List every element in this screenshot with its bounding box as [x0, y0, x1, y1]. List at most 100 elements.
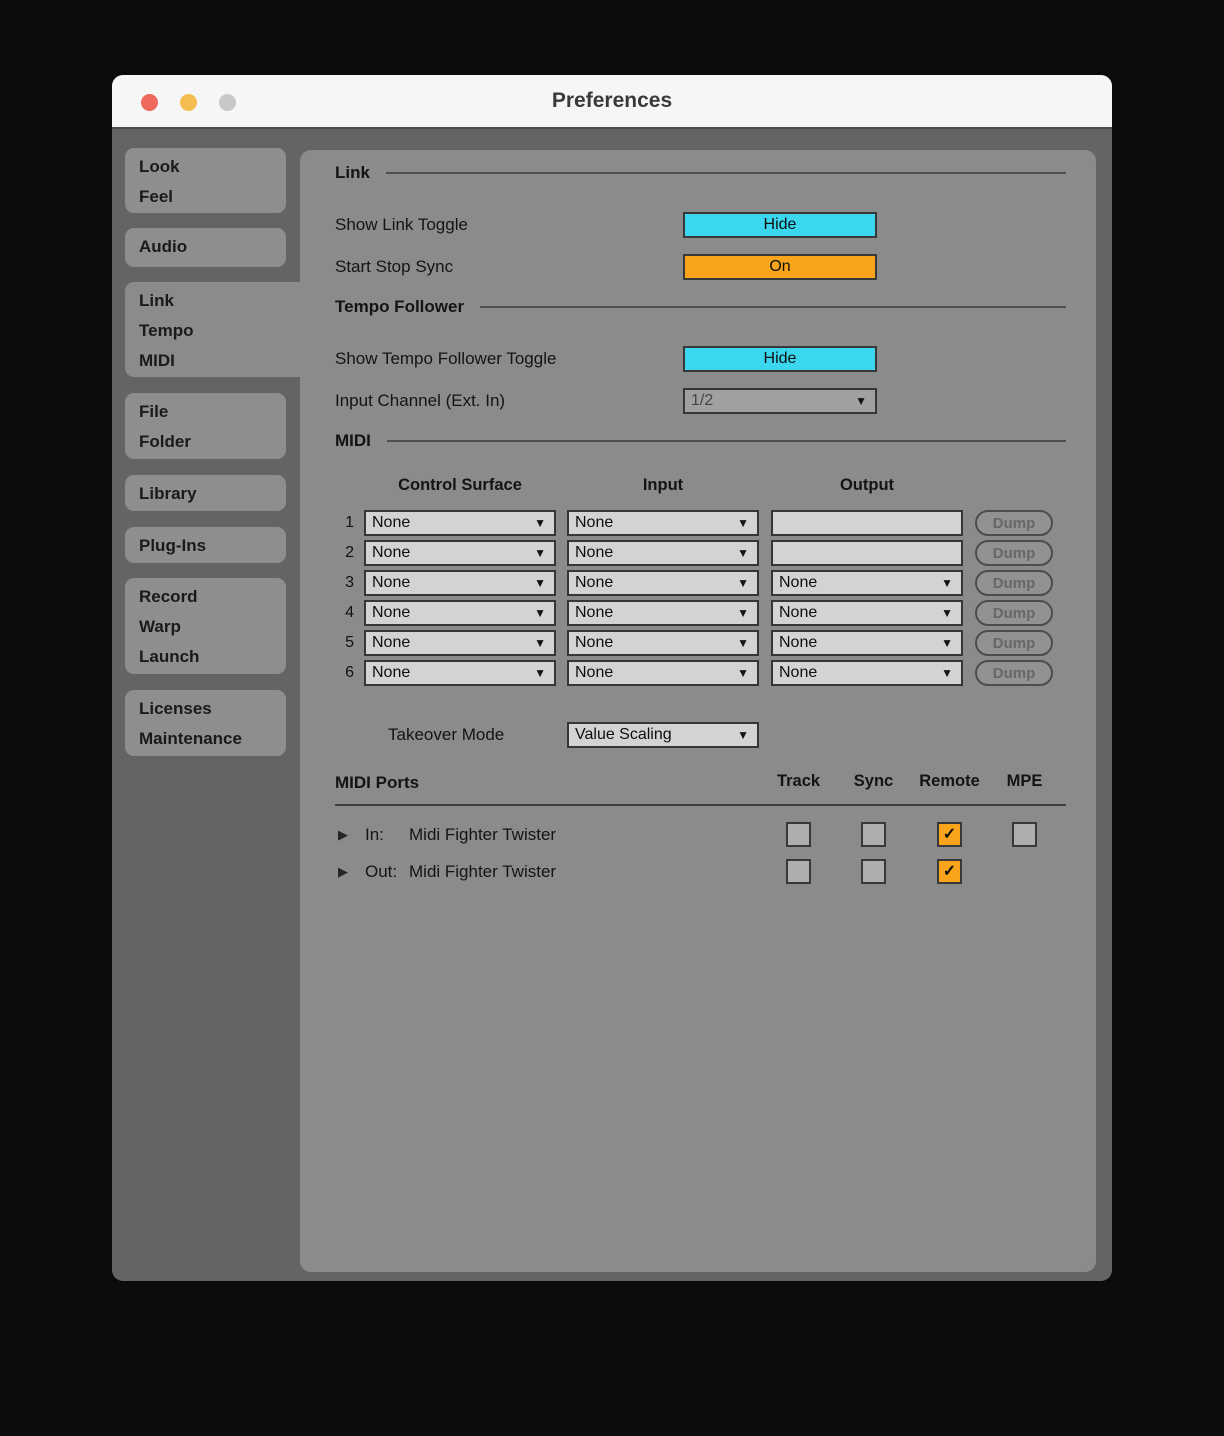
row-index: 6	[345, 664, 354, 681]
port-direction: In:	[365, 824, 384, 844]
sidebar-tab-link-tempo-midi[interactable]: Link Tempo MIDI	[125, 282, 307, 377]
sidebar-tab-licenses-maintenance[interactable]: Licenses Maintenance	[125, 690, 286, 756]
checkbox-remote[interactable]: ✓	[937, 859, 962, 884]
input-select[interactable]: None ▼	[567, 510, 759, 536]
select-value: None	[372, 574, 411, 591]
section-title: MIDI	[335, 431, 371, 450]
midi-section-header: MIDI	[335, 430, 1066, 452]
chevron-down-icon: ▼	[534, 576, 546, 590]
midi-port-row-in: ▶ In: Midi Fighter Twister ✓	[300, 822, 1096, 847]
select-value: None	[779, 664, 818, 681]
midi-table-row: 6 None ▼ None ▼ None ▼ Dump	[300, 660, 1096, 686]
output-select[interactable]: None ▼	[771, 660, 963, 686]
output-select[interactable]: None ▼	[771, 600, 963, 626]
input-channel-label: Input Channel (Ext. In)	[335, 391, 506, 410]
tempo-follower-section-header: Tempo Follower	[335, 296, 1066, 318]
sidebar-tab-record-warp-launch[interactable]: Record Warp Launch	[125, 578, 286, 674]
input-select[interactable]: None ▼	[567, 540, 759, 566]
control-surface-select[interactable]: None ▼	[364, 660, 556, 686]
checkbox-remote[interactable]: ✓	[937, 822, 962, 847]
select-value: None	[779, 634, 818, 651]
show-link-toggle-button[interactable]: Hide	[683, 212, 877, 238]
sidebar-tab-file-folder[interactable]: File Folder	[125, 393, 286, 459]
chevron-down-icon: ▼	[855, 394, 867, 408]
select-value: None	[575, 514, 614, 531]
control-surface-select[interactable]: None ▼	[364, 600, 556, 626]
link-section-header: Link	[335, 162, 1066, 184]
midi-table-row: 1 None ▼ None ▼ Dump	[300, 510, 1096, 536]
select-value: None	[575, 664, 614, 681]
output-select[interactable]: None ▼	[771, 570, 963, 596]
show-link-toggle-label: Show Link Toggle	[335, 215, 468, 234]
ports-rule	[335, 804, 1066, 806]
preferences-window: Preferences Look Feel Audio Link Tempo M…	[112, 75, 1112, 1281]
select-value: None	[372, 544, 411, 561]
output-select[interactable]: None ▼	[771, 630, 963, 656]
expand-triangle-icon[interactable]: ▶	[338, 864, 348, 880]
column-header-remote: Remote	[919, 772, 980, 790]
window-title: Preferences	[551, 89, 673, 112]
input-select[interactable]: None ▼	[567, 660, 759, 686]
port-label: ▶ In: Midi Fighter Twister	[338, 822, 556, 847]
column-header-track: Track	[776, 772, 821, 790]
chevron-down-icon: ▼	[941, 666, 953, 680]
show-tempo-follower-toggle-button[interactable]: Hide	[683, 346, 877, 372]
takeover-mode-select[interactable]: Value Scaling ▼	[567, 722, 759, 748]
control-surface-select[interactable]: None ▼	[364, 570, 556, 596]
sidebar-tab-audio[interactable]: Audio	[125, 228, 286, 267]
input-channel-select[interactable]: 1/2 ▼	[683, 388, 877, 414]
expand-triangle-icon[interactable]: ▶	[338, 827, 348, 843]
column-header-sync: Sync	[853, 772, 894, 790]
input-select[interactable]: None ▼	[567, 630, 759, 656]
chevron-down-icon: ▼	[534, 546, 546, 560]
dump-button[interactable]: Dump	[975, 600, 1053, 626]
select-value: None	[779, 604, 818, 621]
input-select[interactable]: None ▼	[567, 570, 759, 596]
dump-button[interactable]: Dump	[975, 510, 1053, 536]
chevron-down-icon: ▼	[737, 636, 749, 650]
checkbox-sync[interactable]	[861, 822, 886, 847]
section-rule	[480, 306, 1066, 308]
select-value: None	[575, 634, 614, 651]
sidebar-tab-plug-ins[interactable]: Plug-Ins	[125, 527, 286, 563]
chevron-down-icon: ▼	[737, 546, 749, 560]
chevron-down-icon: ▼	[737, 576, 749, 590]
midi-table-row: 5 None ▼ None ▼ None ▼ Dump	[300, 630, 1096, 656]
section-rule	[385, 172, 1066, 174]
dump-button[interactable]: Dump	[975, 570, 1053, 596]
takeover-mode-label: Takeover Mode	[388, 725, 505, 744]
column-header-output: Output	[839, 476, 895, 494]
select-value: Value Scaling	[575, 726, 672, 743]
checkbox-track[interactable]	[786, 859, 811, 884]
input-select[interactable]: None ▼	[567, 600, 759, 626]
checkbox-track[interactable]	[786, 822, 811, 847]
checkbox-mpe[interactable]	[1012, 822, 1037, 847]
traffic-lights	[141, 75, 236, 129]
column-header-control-surface: Control Surface	[398, 476, 522, 494]
chevron-down-icon: ▼	[737, 666, 749, 680]
chevron-down-icon: ▼	[737, 516, 749, 530]
start-stop-sync-button[interactable]: On	[683, 254, 877, 280]
port-label: ▶ Out: Midi Fighter Twister	[338, 859, 556, 884]
select-value: None	[779, 574, 818, 591]
section-title: Tempo Follower	[335, 297, 465, 316]
select-value: None	[372, 664, 411, 681]
select-value: 1/2	[691, 392, 714, 409]
control-surface-select[interactable]: None ▼	[364, 630, 556, 656]
chevron-down-icon: ▼	[534, 606, 546, 620]
close-button[interactable]	[141, 93, 158, 111]
dump-button[interactable]: Dump	[975, 630, 1053, 656]
sidebar-tab-look-feel[interactable]: Look Feel	[125, 148, 286, 213]
chevron-down-icon: ▼	[534, 516, 546, 530]
row-index: 5	[345, 634, 354, 651]
minimize-button[interactable]	[180, 93, 197, 111]
select-value: None	[372, 514, 411, 531]
dump-button[interactable]: Dump	[975, 540, 1053, 566]
section-title: MIDI Ports	[335, 773, 420, 792]
sidebar-tab-library[interactable]: Library	[125, 475, 286, 511]
dump-button[interactable]: Dump	[975, 660, 1053, 686]
zoom-button	[219, 93, 236, 111]
control-surface-select[interactable]: None ▼	[364, 510, 556, 536]
checkbox-sync[interactable]	[861, 859, 886, 884]
control-surface-select[interactable]: None ▼	[364, 540, 556, 566]
